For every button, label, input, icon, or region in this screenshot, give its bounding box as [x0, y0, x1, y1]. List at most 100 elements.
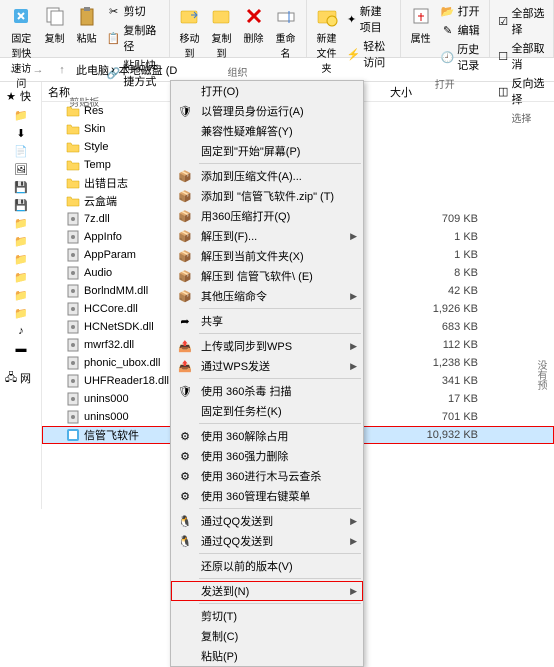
sidebar-sub-10[interactable]: 📁 [0, 268, 41, 286]
sidebar-sub-2[interactable]: ⬇ [0, 124, 41, 142]
menu-item[interactable]: 复制(C) [171, 626, 363, 646]
sidebar-network[interactable]: 🖧网 [0, 368, 41, 388]
easy-access-button[interactable]: ⚡轻松访问 [345, 37, 394, 71]
menu-item[interactable]: 📦添加到 "信管飞软件.zip" (T) [171, 186, 363, 206]
nav-back-button[interactable]: ← [4, 60, 24, 80]
sidebar-sub-13[interactable]: ♪ [0, 322, 41, 340]
menu-item[interactable]: 🛡使用 360杀毒 扫描 [171, 381, 363, 401]
menu-item-label: 粘贴(P) [201, 648, 238, 664]
select-none-button[interactable]: ☐全部取消 [496, 39, 547, 73]
sidebar-quick-access[interactable]: ★快 [0, 86, 41, 106]
menu-item-label: 打开(O) [201, 83, 239, 99]
menu-item[interactable]: 兼容性疑难解答(Y) [171, 121, 363, 141]
ribbon-group-open: 属性 📂打开 ✎编辑 🕘历史记录 打开 [401, 0, 490, 57]
menu-item-label: 解压到(F)... [201, 228, 257, 244]
move-icon [178, 4, 202, 28]
sidebar-sub-9[interactable]: 📁 [0, 250, 41, 268]
menu-item[interactable]: 固定到"开始"屏幕(P) [171, 141, 363, 161]
menu-item[interactable]: 📦用360压缩打开(Q) [171, 206, 363, 226]
menu-item-icon: 📦 [177, 188, 193, 204]
menu-item[interactable]: 粘贴(P) [171, 646, 363, 666]
edit-button[interactable]: ✎编辑 [439, 21, 483, 39]
copy-to-button[interactable]: 复制到 [208, 2, 236, 62]
sidebar-sub-14[interactable]: ▬ [0, 340, 41, 358]
menu-item[interactable]: ⚙使用 360进行木马云查杀 [171, 466, 363, 486]
crumb-drive[interactable]: 本地磁盘 (D [119, 62, 178, 78]
chevron-right-icon: › [111, 64, 115, 76]
menu-item[interactable]: 还原以前的版本(V) [171, 556, 363, 576]
new-folder-button[interactable]: 新建 文件夹 [313, 2, 341, 77]
menu-item-icon: 🛡 [177, 103, 193, 119]
menu-item[interactable]: 📦添加到压缩文件(A)... [171, 166, 363, 186]
crumb-this-pc[interactable]: 此电脑› [76, 62, 115, 78]
nav-up-button[interactable]: ↑ [52, 60, 72, 80]
file-icon [66, 212, 80, 226]
sidebar-sub-3[interactable]: 📄 [0, 142, 41, 160]
menu-item[interactable]: 🐧通过QQ发送到▶ [171, 531, 363, 551]
select-all-button[interactable]: ☑全部选择 [496, 4, 547, 38]
menu-item[interactable]: 🛡以管理员身份运行(A) [171, 101, 363, 121]
menu-item[interactable]: 📦解压到 信管飞软件\ (E) [171, 266, 363, 286]
file-icon [66, 356, 80, 370]
menu-item[interactable]: 📤上传或同步到WPS▶ [171, 336, 363, 356]
copy-button[interactable]: 复制 [41, 2, 69, 47]
download-icon: ⬇ [14, 126, 28, 140]
properties-button[interactable]: 属性 [407, 2, 435, 47]
history-button[interactable]: 🕘历史记录 [439, 40, 483, 74]
menu-item[interactable]: 📤通过WPS发送▶ [171, 356, 363, 376]
menu-item-label: 发送到(N) [201, 583, 249, 599]
music-icon: ♪ [14, 324, 28, 338]
file-size: 1 KB [344, 249, 498, 261]
ribbon-group-organize: 移动到 复制到 删除 重命名 组织 [170, 0, 307, 57]
menu-item[interactable]: 📦其他压缩命令▶ [171, 286, 363, 306]
file-icon [66, 320, 80, 334]
menu-item[interactable]: 📦解压到当前文件夹(X) [171, 246, 363, 266]
menu-item-label: 使用 360强力删除 [201, 448, 288, 464]
open-icon: 📂 [441, 4, 455, 18]
cut-button[interactable]: ✂剪切 [105, 2, 163, 20]
open-button[interactable]: 📂打开 [439, 2, 483, 20]
file-size: 701 KB [344, 411, 498, 423]
sidebar-sub-7[interactable]: 📁 [0, 214, 41, 232]
menu-item-label: 添加到压缩文件(A)... [201, 168, 302, 184]
paste-button[interactable]: 粘贴 [73, 2, 101, 47]
nav-forward-button[interactable]: → [28, 60, 48, 80]
chevron-right-icon: ▶ [350, 341, 357, 352]
history-icon: 🕘 [441, 50, 455, 64]
sidebar-sub-4[interactable]: 🖼 [0, 160, 41, 178]
menu-item[interactable]: 📦解压到(F)...▶ [171, 226, 363, 246]
path-icon: 📋 [107, 31, 121, 45]
menu-item[interactable]: ⚙使用 360管理右键菜单 [171, 486, 363, 506]
new-item-icon: ✦ [347, 12, 357, 26]
file-icon [66, 374, 80, 388]
move-to-button[interactable]: 移动到 [176, 2, 204, 62]
rename-button[interactable]: 重命名 [272, 2, 300, 62]
folder-icon [66, 176, 80, 190]
picture-icon: 🖼 [14, 162, 28, 176]
delete-button[interactable]: 删除 [240, 2, 268, 47]
menu-item[interactable]: 打开(O) [171, 81, 363, 101]
sidebar-sub-6[interactable]: 💾 [0, 196, 41, 214]
sidebar-sub-1[interactable]: 📁 [0, 106, 41, 124]
menu-item[interactable]: 剪切(T) [171, 606, 363, 626]
folder-icon: 📁 [14, 252, 28, 266]
menu-item[interactable]: 发送到(N)▶ [171, 581, 363, 601]
new-folder-icon [315, 4, 339, 28]
sidebar-sub-12[interactable]: 📁 [0, 304, 41, 322]
copy-path-button[interactable]: 📋复制路径 [105, 21, 163, 55]
sidebar-sub-8[interactable]: 📁 [0, 232, 41, 250]
menu-item[interactable]: ⚙ 使用 360强力删除 [171, 446, 363, 466]
menu-item-icon: ⚙ [177, 448, 193, 464]
new-item-button[interactable]: ✦新建项目 [345, 2, 394, 36]
menu-item-icon: ➦ [177, 313, 193, 329]
menu-item-icon [177, 608, 193, 624]
sidebar-sub-11[interactable]: 📁 [0, 286, 41, 304]
menu-item[interactable]: 固定到任务栏(K) [171, 401, 363, 421]
menu-item[interactable]: 🐧通过QQ发送到▶ [171, 511, 363, 531]
menu-item-label: 兼容性疑难解答(Y) [201, 123, 293, 139]
menu-separator [199, 333, 361, 334]
menu-item-icon [177, 583, 193, 599]
menu-item[interactable]: ➦共享 [171, 311, 363, 331]
sidebar-sub-5[interactable]: 💾 [0, 178, 41, 196]
menu-item[interactable]: ⚙使用 360解除占用 [171, 426, 363, 446]
